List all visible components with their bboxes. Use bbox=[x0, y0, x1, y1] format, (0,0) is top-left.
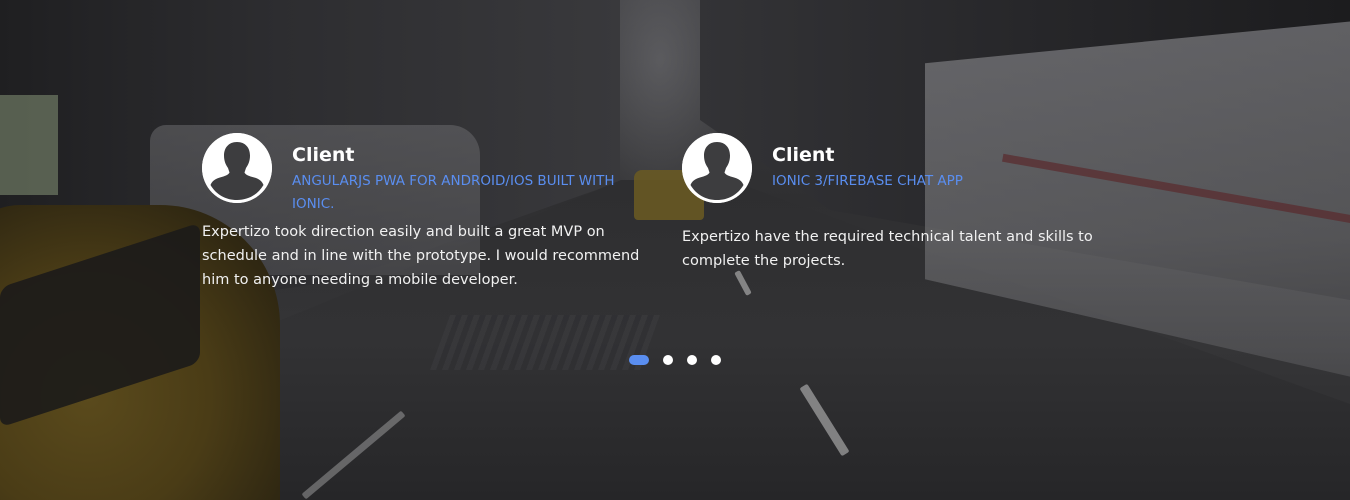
testimonial-quote: Expertizo took direction easily and buil… bbox=[202, 224, 640, 288]
user-silhouette-icon bbox=[202, 133, 272, 203]
project-title: Ionic 3/Firebase Chat App bbox=[772, 173, 963, 189]
pagination-dot-4[interactable] bbox=[711, 355, 721, 365]
client-name: Client bbox=[292, 144, 355, 166]
project-title: AngularJS PWA for Android/iOS built with… bbox=[292, 173, 615, 212]
testimonials-carousel[interactable]: Client AngularJS PWA for Android/iOS bui… bbox=[0, 0, 1350, 500]
carousel-pagination bbox=[629, 355, 735, 365]
client-name: Client bbox=[772, 144, 835, 166]
pagination-dot-3[interactable] bbox=[687, 355, 697, 365]
testimonial-card: Client AngularJS PWA for Android/iOS bui… bbox=[202, 133, 682, 292]
pagination-dot-2[interactable] bbox=[663, 355, 673, 365]
user-silhouette-icon bbox=[682, 133, 752, 203]
testimonial-quote: Expertizo have the required technical ta… bbox=[682, 229, 1093, 269]
testimonial-card: Client Ionic 3/Firebase Chat App Experti… bbox=[682, 133, 1162, 273]
pagination-dot-1[interactable] bbox=[629, 355, 649, 365]
